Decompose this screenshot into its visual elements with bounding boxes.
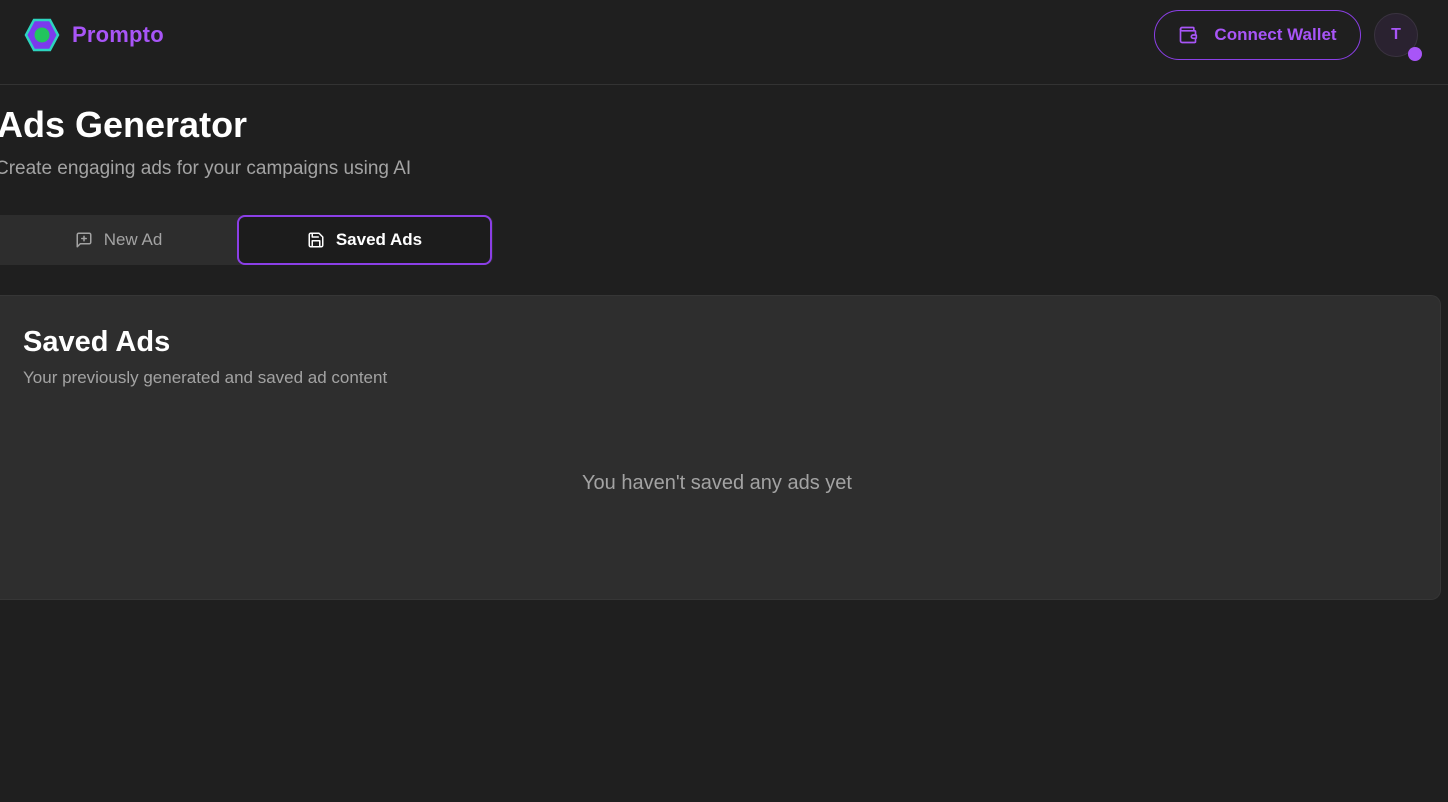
avatar-status-dot	[1408, 47, 1422, 61]
saved-ads-card: Saved Ads Your previously generated and …	[0, 295, 1441, 600]
card-title: Saved Ads	[23, 326, 171, 358]
tab-saved-ads-label: Saved Ads	[335, 230, 423, 249]
empty-state-message: You haven't saved any ads yet	[582, 472, 852, 494]
card-description: Your previously generated and saved ad c…	[23, 368, 388, 387]
wallet-icon	[1180, 26, 1198, 44]
save-icon	[308, 232, 324, 248]
message-square-plus-icon	[76, 232, 92, 248]
page-subtitle: Create engaging ads for your campaigns u…	[0, 158, 412, 179]
tab-new-ad-label: New Ad	[103, 230, 163, 249]
prompto-logo-icon	[24, 18, 60, 52]
tab-saved-ads[interactable]: Saved Ads	[237, 215, 492, 265]
tab-list: New Ad Saved Ads	[0, 215, 493, 265]
tab-new-ad[interactable]: New Ad	[0, 215, 237, 265]
page-title: Ads Generator	[0, 104, 248, 145]
connect-wallet-button[interactable]: Connect Wallet	[1154, 10, 1361, 60]
connect-wallet-label: Connect Wallet	[1214, 25, 1337, 44]
top-header: Prompto Connect Wallet T	[0, 0, 1448, 85]
app-root: Prompto Connect Wallet T Ads Generator C…	[0, 0, 1448, 802]
brand-name: Prompto	[72, 22, 164, 47]
avatar-initial: T	[1391, 26, 1401, 43]
brand[interactable]: Prompto	[24, 16, 164, 54]
